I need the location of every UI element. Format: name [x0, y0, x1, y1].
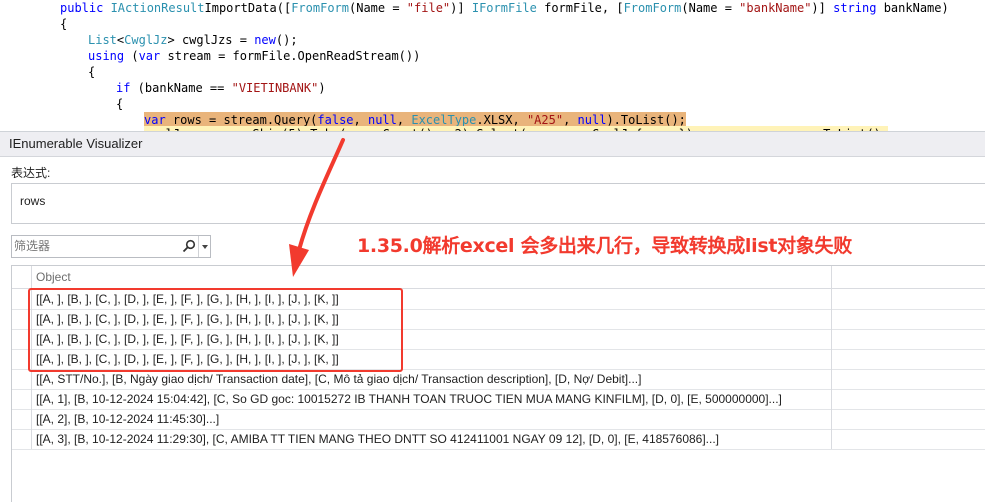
code-editor[interactable]: public IActionResultImportData([FromForm… — [0, 0, 985, 132]
code-token: "bankName" — [739, 1, 812, 15]
window-title-bar: IEnumerable Visualizer — [0, 132, 985, 157]
window-title: IEnumerable Visualizer — [9, 136, 143, 151]
row-header[interactable] — [12, 429, 32, 449]
code-token: "file" — [406, 1, 451, 15]
code-token: public — [60, 1, 111, 15]
code-line: { — [0, 96, 985, 112]
code-token: (Name = — [349, 1, 407, 15]
table-row[interactable]: [[A, 1], [B, 10-12-2024 15:04:42], [C, S… — [12, 389, 985, 410]
code-token: List — [88, 33, 117, 47]
code-token: )] — [811, 1, 834, 15]
code-token: null — [577, 113, 607, 127]
code-token: formFile, [ — [536, 1, 624, 15]
column-divider — [831, 289, 832, 309]
column-divider — [831, 266, 832, 288]
expression-field[interactable]: rows — [11, 183, 985, 224]
column-divider — [831, 309, 832, 329]
code-token: new — [254, 33, 276, 47]
row-header[interactable] — [12, 369, 32, 389]
code-token: , — [353, 113, 368, 127]
code-token: { — [88, 65, 96, 79]
code-token: .XLSX, — [476, 113, 527, 127]
object-cell: [[A, 1], [B, 10-12-2024 15:04:42], [C, S… — [36, 392, 782, 406]
code-line: using (var stream = formFile.OpenReadStr… — [0, 48, 985, 64]
object-cell: [[A, 2], [B, 10-12-2024 11:45:30]...] — [36, 412, 220, 426]
table-row[interactable]: [[A, 3], [B, 10-12-2024 11:29:30], [C, A… — [12, 429, 985, 450]
code-token: (Name = — [681, 1, 740, 15]
code-token: var — [138, 49, 161, 63]
code-token: (bankName == — [130, 81, 232, 95]
code-token: ( — [124, 49, 139, 63]
filter-input[interactable] — [12, 236, 179, 255]
expression-label: 表达式: — [11, 166, 51, 180]
column-divider — [831, 349, 832, 369]
code-token: bankName) — [876, 1, 949, 15]
code-token: if — [116, 81, 131, 95]
code-token: FromForm — [623, 1, 682, 15]
code-token: , — [396, 113, 412, 127]
code-token: using — [88, 49, 125, 63]
filter-dropdown-button[interactable] — [198, 236, 211, 257]
search-icon[interactable] — [182, 239, 196, 253]
code-token: false — [317, 113, 354, 127]
code-token: "VIETINBANK" — [231, 81, 319, 95]
column-header-object[interactable]: Object — [36, 270, 71, 284]
code-line: { — [0, 16, 985, 32]
column-divider — [831, 429, 832, 449]
code-token: CwglJz — [124, 33, 168, 47]
code-token: , — [563, 113, 578, 127]
row-header[interactable] — [12, 389, 32, 409]
code-token: (); — [275, 33, 298, 47]
column-divider — [831, 409, 832, 429]
code-token: var — [144, 113, 166, 127]
row-header-corner — [12, 266, 32, 288]
column-divider — [831, 369, 832, 389]
object-cell: [[A, STT/No.], [B, Ngày giao dịch/ Trans… — [36, 372, 642, 386]
column-divider — [831, 329, 832, 349]
code-token: ).ToList(); — [606, 113, 686, 127]
code-line: List<CwglJz> cwglJzs = new(); — [0, 32, 985, 48]
annotation-text: 1.35.0解析excel 会多出来几行，导致转换成list对象失败 — [357, 235, 852, 257]
code-token: { — [60, 17, 68, 31]
grid-header: Object — [12, 266, 985, 289]
code-token: ExcelType — [411, 113, 477, 127]
code-token: IActionResult — [110, 1, 205, 15]
code-line: public IActionResultImportData([FromForm… — [0, 0, 985, 16]
code-token: > cwglJzs = — [167, 33, 255, 47]
code-token: null — [367, 113, 397, 127]
code-token: FromForm — [291, 1, 349, 15]
code-token: ImportData([ — [204, 1, 292, 15]
code-token: ) — [318, 81, 326, 95]
code-token: rows = stream.Query( — [165, 113, 318, 127]
filter-box[interactable] — [11, 235, 211, 258]
code-token: "A25" — [526, 113, 564, 127]
annotation-highlight-box — [28, 288, 403, 372]
table-row[interactable]: [[A, STT/No.], [B, Ngày giao dịch/ Trans… — [12, 369, 985, 390]
code-token: string — [833, 1, 877, 15]
code-token: IFormFile — [471, 1, 537, 15]
code-token: )] — [450, 1, 472, 15]
expression-value: rows — [20, 194, 46, 208]
column-divider — [831, 389, 832, 409]
code-token: stream = formFile.OpenReadStream()) — [160, 49, 421, 63]
row-header[interactable] — [12, 409, 32, 429]
object-cell: [[A, 3], [B, 10-12-2024 11:29:30], [C, A… — [36, 432, 720, 446]
code-line: if (bankName == "VIETINBANK") — [0, 80, 985, 96]
code-line: { — [0, 64, 985, 80]
code-token: { — [116, 97, 124, 111]
table-row[interactable]: [[A, 2], [B, 10-12-2024 11:45:30]...] — [12, 409, 985, 430]
